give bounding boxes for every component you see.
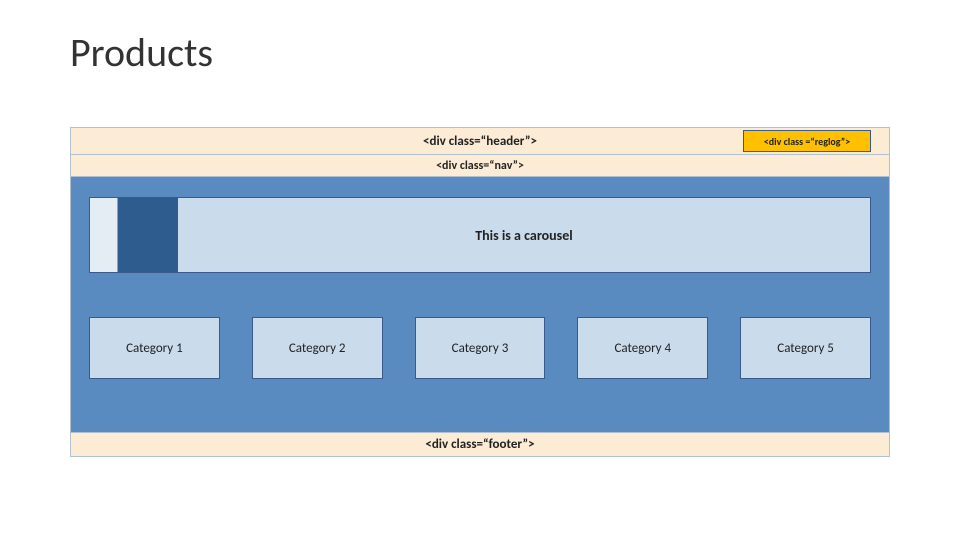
header-label: <div class=“header”> xyxy=(423,134,537,149)
category-box-1: Category 1 xyxy=(89,317,220,379)
carousel-prev-slide xyxy=(90,198,118,272)
wireframe-container: <div class=“header”> <div class =“reglog… xyxy=(70,127,890,457)
footer-region: <div class=“footer”> xyxy=(70,433,890,457)
carousel-region: This is a carousel xyxy=(89,197,871,273)
category-box-5: Category 5 xyxy=(740,317,871,379)
category-box-3: Category 3 xyxy=(415,317,546,379)
category-box-2: Category 2 xyxy=(252,317,383,379)
nav-region: <div class=“nav”> xyxy=(70,155,890,177)
page-title: Products xyxy=(70,28,213,77)
main-content-region: This is a carousel Category 1 Category 2… xyxy=(70,177,890,433)
header-region: <div class=“header”> <div class =“reglog… xyxy=(70,127,890,155)
carousel-current-slide xyxy=(118,198,178,272)
reglog-region: <div class =“reglog”> xyxy=(743,130,871,152)
category-box-4: Category 4 xyxy=(577,317,708,379)
footer-label: <div class=“footer”> xyxy=(425,437,534,452)
carousel-label: This is a carousel xyxy=(178,227,870,244)
nav-label: <div class=“nav”> xyxy=(436,159,524,173)
reglog-label: <div class =“reglog”> xyxy=(764,135,850,148)
categories-row: Category 1 Category 2 Category 3 Categor… xyxy=(89,317,871,379)
